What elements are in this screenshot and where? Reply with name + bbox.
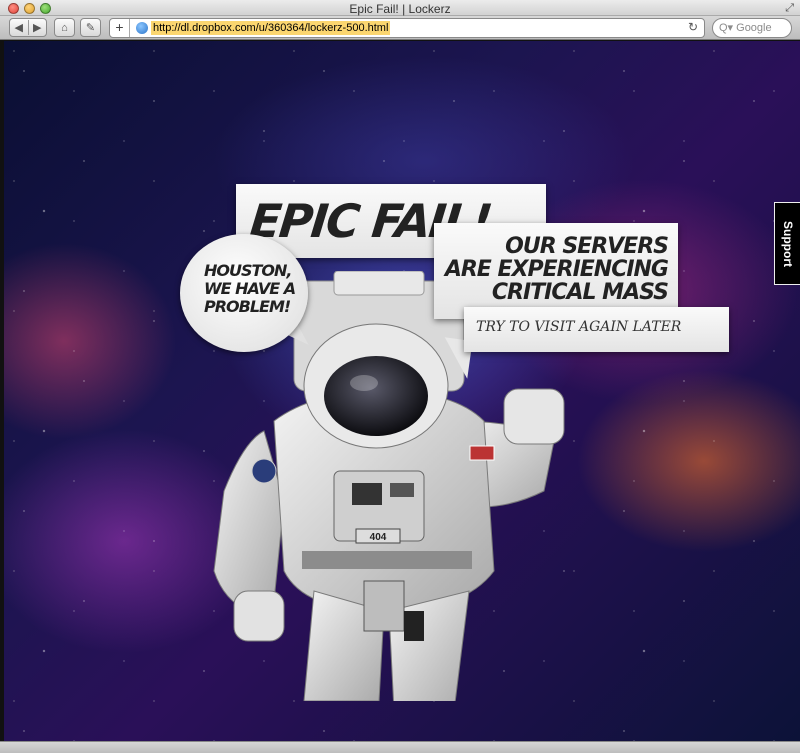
browser-window: Epic Fail! | Lockerz ⤢ ◀ ▶ ⌂ ✎ + http://…: [0, 0, 800, 753]
back-arrow-icon[interactable]: ◀: [10, 21, 28, 34]
page-content: 404 EPIC FAIL! OUR SERVERS ARE EXPERIENC…: [4, 41, 800, 741]
window-title: Epic Fail! | Lockerz: [349, 2, 451, 16]
support-label: Support: [780, 220, 795, 267]
forward-arrow-icon[interactable]: ▶: [29, 21, 47, 34]
search-input[interactable]: Q▾ Google: [712, 18, 792, 38]
servers-line-3: CRITICAL MASS: [491, 280, 669, 305]
globe-icon: [136, 22, 148, 34]
houston-speech-bubble: HOUSTON, WE HAVE A PROBLEM!: [180, 234, 308, 352]
fullscreen-icon[interactable]: ⤢: [785, 2, 794, 15]
title-bar: Epic Fail! | Lockerz ⤢: [0, 0, 800, 16]
houston-message: HOUSTON, WE HAVE A PROBLEM!: [204, 261, 296, 316]
url-text[interactable]: http://dl.dropbox.com/u/360364/lockerz-5…: [151, 21, 391, 35]
houston-line-2: WE HAVE A: [204, 279, 296, 298]
address-bar[interactable]: + http://dl.dropbox.com/u/360364/lockerz…: [109, 18, 705, 38]
reader-button[interactable]: ✎: [80, 18, 101, 37]
badge-code: 404: [370, 532, 387, 543]
reload-icon[interactable]: ↻: [688, 20, 698, 34]
servers-line-1: OUR SERVERS: [505, 234, 669, 259]
visit-later-banner: TRY TO VISIT AGAIN LATER: [464, 307, 729, 352]
servers-line-2: ARE EXPERIENCING: [444, 257, 669, 282]
servers-message: OUR SERVERS ARE EXPERIENCING CRITICAL MA…: [444, 234, 669, 305]
support-tab[interactable]: Support: [774, 202, 800, 285]
servers-banner: OUR SERVERS ARE EXPERIENCING CRITICAL MA…: [434, 223, 678, 319]
houston-line-3: PROBLEM!: [204, 297, 291, 316]
add-bookmark-icon[interactable]: +: [110, 19, 130, 37]
status-bar: [0, 741, 800, 753]
back-forward-buttons: ◀ ▶: [9, 18, 47, 37]
visit-later-text: TRY TO VISIT AGAIN LATER: [476, 319, 682, 335]
houston-line-1: HOUSTON,: [204, 261, 293, 280]
home-icon: ⌂: [61, 21, 68, 34]
home-button[interactable]: ⌂: [54, 18, 75, 37]
reader-icon: ✎: [85, 22, 96, 34]
browser-toolbar: ◀ ▶ ⌂ ✎ + http://dl.dropbox.com/u/360364…: [0, 16, 800, 40]
